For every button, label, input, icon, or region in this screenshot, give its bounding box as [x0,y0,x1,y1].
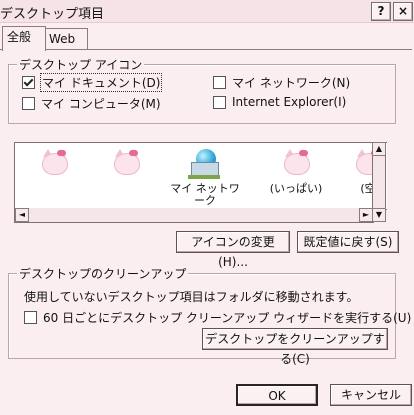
title-bar: デスクトップ項目 ? × [0,0,414,23]
tab-web[interactable]: Web [44,28,88,49]
ok-button[interactable]: OK [236,384,318,406]
scroll-left-button[interactable]: ◄ [15,208,29,222]
cancel-button[interactable]: キャンセル [330,384,412,406]
hello-kitty-icon [279,147,313,179]
desktop-icons-group-label: デスクトップ アイコン [17,56,145,73]
icon-list-item[interactable] [23,147,85,183]
icon-list-item[interactable]: (いっぱい) [265,147,327,195]
internet-explorer-label: Internet Explorer(I) [232,95,347,109]
restore-default-button[interactable]: 既定値に戻す(S) [297,231,399,253]
checkbox-box[interactable] [213,76,226,89]
cleanup-description: 使用していないデスクトップ項目はフォルダに移動されます。 [24,290,359,304]
vertical-scrollbar[interactable]: ▲ ▼ [372,142,386,222]
my-documents-label: マイ ドキュメント(D) [39,73,163,92]
desktop-cleanup-group-label: デスクトップのクリーンアップ [17,265,189,282]
scroll-down-button[interactable]: ▼ [372,208,386,222]
tab-general[interactable]: 全般 [2,26,46,51]
my-documents-checkbox[interactable]: マイ ドキュメント(D) [22,73,163,92]
checkbox-box[interactable] [22,97,35,110]
cleanup-wizard-checkbox[interactable]: 60 日ごとにデスクトップ クリーンアップ ウィザードを実行する(U) [24,309,411,326]
horizontal-scrollbar[interactable]: ◄ ► [14,208,374,223]
my-computer-label: マイ コンピュータ(M) [41,97,161,111]
my-network-label: マイ ネットワーク(N) [232,76,351,90]
icon-list-item[interactable]: マイ ネットワーク [167,147,243,207]
network-icon [188,147,222,179]
checkbox-box[interactable] [213,95,226,109]
scroll-right-button[interactable]: ► [359,208,373,222]
checkbox-box[interactable] [24,311,37,324]
icon-list-item-label: (いっぱい) [269,182,323,195]
hello-kitty-icon [109,147,143,179]
my-computer-checkbox[interactable]: マイ コンピュータ(M) [22,95,161,112]
cleanup-now-button[interactable]: デスクトップをクリーンアップする(C) [202,328,388,366]
scroll-up-button[interactable]: ▲ [372,142,386,156]
hello-kitty-icon [37,147,71,179]
checkbox-box[interactable] [22,76,35,89]
desktop-icon-list[interactable]: マイ ネットワーク (いっぱい) (空 [14,142,387,210]
my-network-checkbox[interactable]: マイ ネットワーク(N) [213,74,350,91]
close-button[interactable]: × [393,2,413,21]
icon-list-item-label: マイ ネットワーク [170,182,240,207]
internet-explorer-checkbox[interactable]: Internet Explorer(I) [213,95,346,109]
window-title: デスクトップ項目 [0,7,105,22]
help-button[interactable]: ? [371,2,391,21]
desktop-icons-group: デスクトップ アイコン [8,56,396,124]
icon-list-item[interactable] [95,147,157,183]
change-icon-button[interactable]: アイコンの変更(H)... [176,231,290,269]
cleanup-wizard-label: 60 日ごとにデスクトップ クリーンアップ ウィザードを実行する(U) [43,311,412,325]
